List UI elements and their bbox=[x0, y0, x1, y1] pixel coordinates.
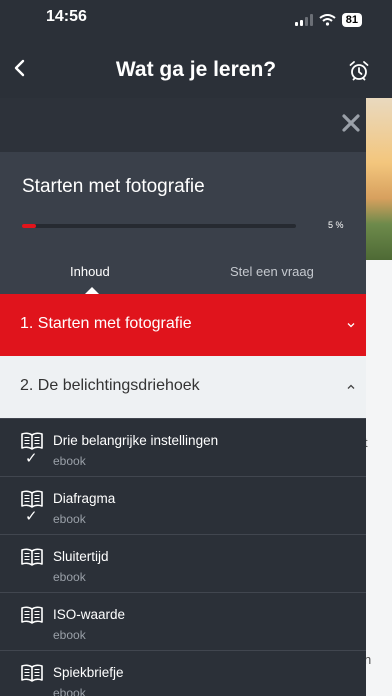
lesson-item[interactable]: Sluitertijd ebook bbox=[0, 534, 366, 592]
lesson-title: Sluitertijd bbox=[53, 549, 109, 564]
lesson-item[interactable]: ✓ Drie belangrijke instellingen ebook bbox=[0, 418, 366, 476]
course-header: Starten met fotografie 5 % Inhoud Stel e… bbox=[0, 152, 366, 294]
drawer-close-row bbox=[0, 98, 366, 152]
lesson-item[interactable]: ✓ Diafragma ebook bbox=[0, 476, 366, 534]
status-icons: 81 bbox=[294, 13, 362, 27]
wifi-icon bbox=[319, 14, 336, 26]
cellular-signal-icon bbox=[294, 14, 313, 26]
course-progress-bar bbox=[22, 224, 296, 228]
section-label: 1. Starten met fotografie bbox=[20, 315, 192, 332]
page-title: Wat ga je leren? bbox=[115, 58, 277, 81]
lesson-type: ebook bbox=[53, 686, 86, 696]
status-time: 14:56 bbox=[46, 8, 87, 25]
tab-stel-een-vraag[interactable]: Stel een vraag bbox=[230, 264, 314, 279]
active-tab-indicator bbox=[85, 287, 99, 294]
course-drawer: Starten met fotografie 5 % Inhoud Stel e… bbox=[0, 98, 366, 696]
tab-inhoud[interactable]: Inhoud bbox=[70, 264, 110, 279]
lesson-title: Diafragma bbox=[53, 491, 116, 506]
lesson-item[interactable]: Spiekbriefje ebook bbox=[0, 650, 366, 696]
status-bar: 14:56 81 bbox=[0, 0, 392, 40]
section-label: 2. De belichtingsdriehoek bbox=[20, 377, 200, 394]
section-starten-met-fotografie[interactable]: 1. Starten met fotografie bbox=[0, 294, 366, 356]
book-icon bbox=[21, 548, 43, 566]
course-progress-fill bbox=[22, 224, 36, 228]
section-de-belichtingsdriehoek[interactable]: 2. De belichtingsdriehoek bbox=[0, 356, 366, 418]
completed-check-icon: ✓ bbox=[25, 450, 38, 467]
lesson-type: ebook bbox=[53, 570, 86, 584]
nav-bar: Wat ga je leren? bbox=[0, 40, 392, 98]
lesson-item[interactable]: ISO-waarde ebook bbox=[0, 592, 366, 650]
completed-check-icon: ✓ bbox=[25, 508, 38, 525]
book-icon bbox=[21, 606, 43, 624]
book-icon bbox=[21, 432, 43, 450]
battery-icon: 81 bbox=[341, 13, 362, 27]
chevron-down-icon bbox=[347, 323, 355, 328]
chevron-up-icon bbox=[347, 384, 355, 389]
lesson-title: Drie belangrijke instellingen bbox=[53, 433, 219, 448]
book-icon bbox=[21, 664, 43, 682]
lesson-type: ebook bbox=[53, 628, 86, 642]
lesson-title: Spiekbriefje bbox=[53, 665, 124, 680]
lesson-type: ebook bbox=[53, 512, 86, 526]
lesson-type: ebook bbox=[53, 454, 86, 468]
close-icon[interactable] bbox=[340, 112, 362, 134]
book-icon bbox=[21, 490, 43, 508]
course-progress-label: 5 % bbox=[328, 220, 344, 230]
background-course-image bbox=[366, 98, 392, 260]
lesson-title: ISO-waarde bbox=[53, 607, 126, 622]
course-title: Starten met fotografie bbox=[22, 176, 205, 197]
alarm-clock-icon[interactable] bbox=[348, 60, 370, 82]
